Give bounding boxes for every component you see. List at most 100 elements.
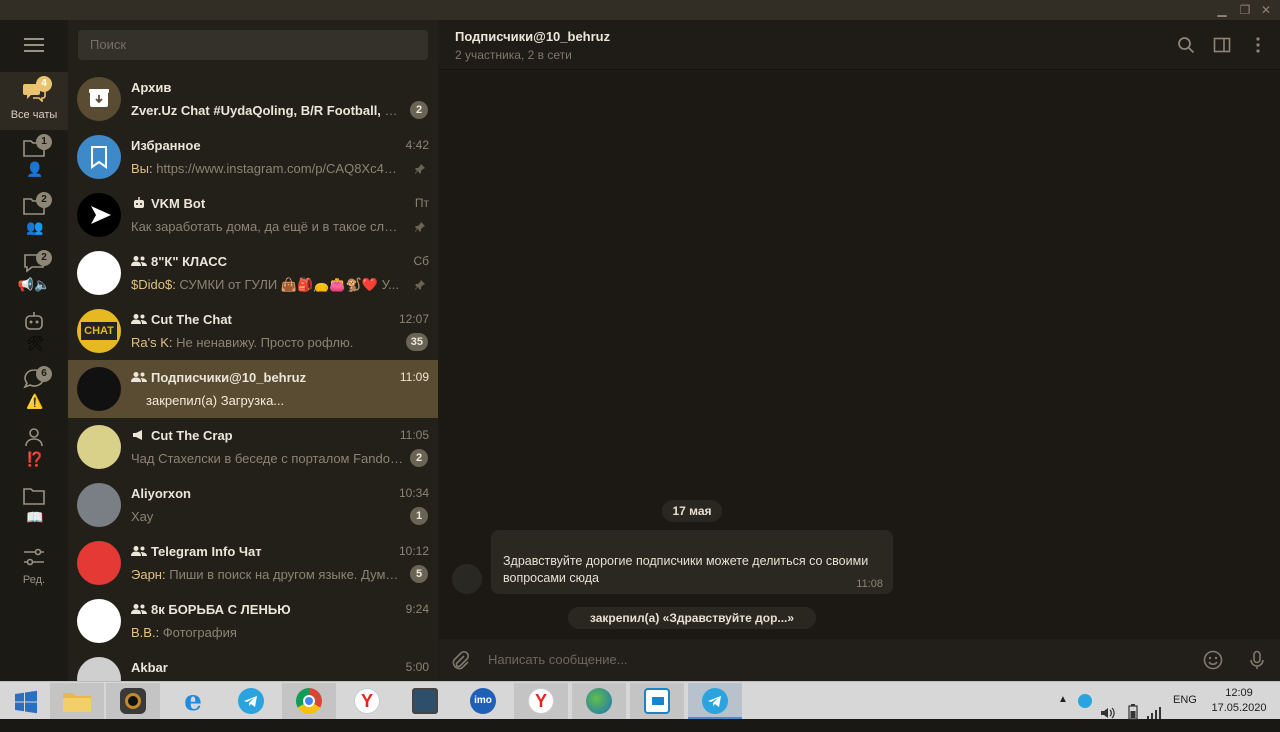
chat-avatar [77,77,121,121]
close-icon[interactable]: ✕ [1258,2,1274,18]
chat-row[interactable]: CHAT Cut The Chat 12:07 Ra's K: Не ненавижу… [68,302,438,360]
file-explorer-icon [63,693,91,712]
preview-sender: В.В.: [131,625,160,640]
chat-preview: Как заработать дома, да ещё и в такое сл… [131,219,403,234]
folder-label: Все чаты [10,109,58,121]
chat-row[interactable]: Архив Zver.Uz Chat #UydaQoling, B/R Footb… [68,70,438,128]
chat-name-text: Cut The Chat [151,312,232,327]
taskbar-monitor-app[interactable] [398,683,452,719]
yandex-browser-icon: Y [528,688,554,714]
message-bubble[interactable]: Здравствуйте дорогие подписчики можете д… [491,530,893,594]
telegram-icon [702,688,728,714]
date-separator: 17 мая [662,500,722,522]
chat-row[interactable]: Подписчики@10_behruz 11:09 закрепил(а) Заг… [68,360,438,418]
chat-name: Cut The Crap [131,428,233,443]
chat-preview: Вы: https://www.instagram.com/p/CAQ8Xc4H… [131,161,403,176]
chat-avatar [77,367,121,411]
download-manager-icon [586,688,612,714]
folder-custom[interactable]: 📖 [0,478,68,536]
emoji-icon[interactable] [1203,650,1223,670]
folders-sidebar: 4 Все чаты 1 👤 2 👥 2 📢🔈 🛠 6 ⚠️ ⁉️ 📖 Ред. [0,20,68,681]
tools-icon: 🛠 [26,335,44,351]
chat-time: 11:09 [399,370,429,384]
folder-bots[interactable]: 🛠 [0,304,68,362]
chat-list-panel: Поиск Архив Zver.Uz Chat #UydaQoling, B/R… [68,20,438,701]
preview-text: Пиши в поиск на другом языке. Думаю ... [165,567,403,582]
chat-name: Aliyorxon [131,486,191,501]
windows-logo-icon [15,690,37,714]
folder-channels[interactable]: 2 📢🔈 [0,246,68,304]
more-menu-icon[interactable] [1249,36,1267,54]
taskbar-download-manager[interactable] [572,683,626,719]
chat-time: 10:34 [398,486,429,500]
volume-icon[interactable] [1100,694,1116,732]
menu-icon[interactable] [24,38,44,52]
folder-personal[interactable]: 1 👤 [0,130,68,188]
person-icon: 👤 [26,161,44,177]
attach-icon[interactable] [450,650,470,670]
chat-preview: Zver.Uz Chat #UydaQoling, B/R Football, … [131,103,403,118]
start-button[interactable] [0,683,54,719]
taskbar-telegram-active[interactable] [688,683,742,719]
book-icon: 📖 [26,509,44,525]
chat-row[interactable]: Aliyorxon 10:34 Хау 1 [68,476,438,534]
folder-contacts[interactable]: ⁉️ [0,420,68,478]
chat-name: Архив [131,80,171,95]
chat-row[interactable]: Telegram Info Чат 10:12 Эарн: Пиши в поиск… [68,534,438,592]
unread-badge: 2 [410,101,428,119]
chat-preview: $Dido$: СУМКИ от ГУЛИ 👜🎒👝👛🐒❤️ У... [131,277,403,293]
group-icon [131,370,151,385]
chat-name-text: Telegram Info Чат [151,544,262,559]
signal-icon[interactable] [1146,694,1162,732]
language-indicator[interactable]: ENG [1173,694,1197,732]
edit-folders-button[interactable]: Ред. [0,536,68,594]
taskbar-speaker-app[interactable] [106,683,160,719]
taskbar-chrome[interactable] [282,683,336,719]
service-message[interactable]: закрепил(а) «Здравствуйте дор...» [568,607,816,629]
search-icon[interactable] [1177,36,1195,54]
folder-badge: 2 [36,192,52,208]
chat-row[interactable]: Cut The Crap 11:05 Чад Стахелски в беседе … [68,418,438,476]
preview-bold: Zver.Uz Chat #UydaQoling, B/R Football, [131,103,381,118]
folder-badge: 2 [36,250,52,266]
chat-row[interactable]: VKM Bot Пт Как заработать дома, да ещё и в… [68,186,438,244]
warning-icon: ⚠️ [26,393,44,409]
yandex-icon: Y [354,688,380,714]
taskbar-clock[interactable]: 12:09 17.05.2020 [1204,686,1274,716]
folder-unread[interactable]: 6 ⚠️ [0,362,68,420]
taskbar-yandex[interactable]: Y [340,683,394,719]
chat-row[interactable]: Избранное 4:42 Вы: https://www.instagram.c… [68,128,438,186]
telegram-icon [238,688,264,714]
preview-text: https://www.instagram.com/p/CAQ8Xc4Hb... [152,161,403,176]
search-input[interactable]: Поиск [78,30,428,60]
chat-header[interactable]: Подписчики@10_behruz 2 участника, 2 в се… [439,20,1280,70]
folder-all-chats[interactable]: 4 Все чаты [0,72,68,130]
message-area[interactable]: 17 мая Здравствуйте дорогие подписчики м… [439,71,1280,639]
chat-name: Подписчики@10_behruz [131,370,306,385]
preview-text: Как заработать дома, да ещё и в такое сл… [131,219,403,234]
message-input[interactable]: Написать сообщение... [488,652,628,667]
chat-name-text: VKM Bot [151,196,206,211]
folder-groups[interactable]: 2 👥 [0,188,68,246]
chat-status: 2 участника, 2 в сети [455,48,572,62]
taskbar-telegram[interactable] [224,683,278,719]
minimize-icon[interactable]: ▁ [1214,2,1230,18]
sidebar-toggle-icon[interactable] [1213,36,1231,54]
tray-overflow-icon[interactable]: ▲ [1058,694,1068,732]
taskbar-file-explorer[interactable] [50,683,104,719]
tray-telegram-icon[interactable] [1078,694,1092,708]
pin-icon [414,162,426,174]
taskbar-imo[interactable]: imo [456,683,510,719]
taskbar-screen-share[interactable] [630,683,684,719]
taskbar-internet-explorer[interactable]: e [166,683,220,719]
restore-icon[interactable]: ❐ [1237,2,1253,18]
chat-row[interactable]: 8к БОРЬБА С ЛЕНЬЮ 9:24 В.В.: Фотография [68,592,438,650]
channel-icon [131,428,151,443]
taskbar-yandex-browser[interactable]: Y [514,683,568,719]
sender-avatar[interactable] [452,564,482,594]
chat-time: Сб [413,254,429,268]
battery-icon[interactable] [1128,693,1138,731]
microphone-icon[interactable] [1247,650,1267,670]
folder-badge: 6 [36,366,52,382]
chat-row[interactable]: 8"К" КЛАСС Сб $Dido$: СУМКИ от ГУЛИ 👜🎒👝👛🐒❤… [68,244,438,302]
